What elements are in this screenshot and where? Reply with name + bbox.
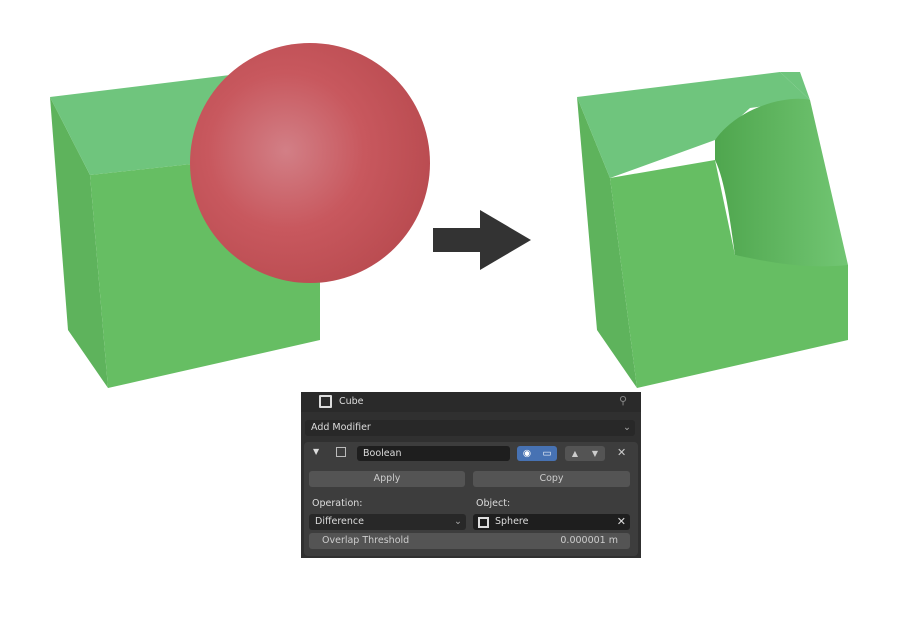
operation-label: Operation: xyxy=(312,498,363,509)
chevron-down-icon: ⌄ xyxy=(623,422,631,433)
modifier-name-field[interactable]: Boolean xyxy=(357,446,510,461)
pin-icon[interactable]: ⚲ xyxy=(619,394,627,407)
move-up-button[interactable]: ▲ xyxy=(565,446,585,461)
clear-object-close-icon[interactable]: ✕ xyxy=(617,514,626,530)
add-modifier-label: Add Modifier xyxy=(311,422,371,433)
object-field[interactable]: Sphere ✕ xyxy=(473,514,630,530)
add-modifier-dropdown[interactable]: Add Modifier ⌄ xyxy=(305,420,635,436)
object-name: Cube xyxy=(339,396,364,407)
properties-panel: Cube ⚲ Add Modifier ⌄ ▼ Boolean ◉ ▭ ▲ ▼ … xyxy=(301,392,641,558)
object-icon xyxy=(319,395,332,408)
viewport-toggle-monitor-icon[interactable]: ▭ xyxy=(537,446,557,461)
collapse-triangle-icon[interactable]: ▼ xyxy=(313,447,319,456)
cube-after xyxy=(577,72,848,388)
object-label: Object: xyxy=(476,498,511,509)
boolean-modifier-icon xyxy=(336,447,346,457)
overlap-threshold-label: Overlap Threshold xyxy=(322,535,410,546)
object-value: Sphere xyxy=(495,516,529,527)
copy-button[interactable]: Copy xyxy=(473,471,630,487)
apply-button[interactable]: Apply xyxy=(309,471,465,487)
operation-dropdown[interactable]: Difference ⌄ xyxy=(309,514,466,530)
boolean-modifier: ▼ Boolean ◉ ▭ ▲ ▼ ✕ Apply Copy Operation… xyxy=(304,442,638,556)
object-icon xyxy=(478,517,489,528)
overlap-threshold-field[interactable]: Overlap Threshold 0.000001 m xyxy=(309,533,630,549)
sphere xyxy=(190,43,430,283)
arrow-right-icon xyxy=(433,210,531,270)
move-down-button[interactable]: ▼ xyxy=(585,446,605,461)
overlap-threshold-value: 0.000001 m xyxy=(560,535,618,546)
operation-value: Difference xyxy=(315,516,364,527)
render-toggle-camera-icon[interactable]: ◉ xyxy=(517,446,537,461)
chevron-down-icon: ⌄ xyxy=(454,516,462,527)
remove-modifier-close-icon[interactable]: ✕ xyxy=(617,446,626,459)
panel-header: Cube ⚲ xyxy=(301,392,641,412)
